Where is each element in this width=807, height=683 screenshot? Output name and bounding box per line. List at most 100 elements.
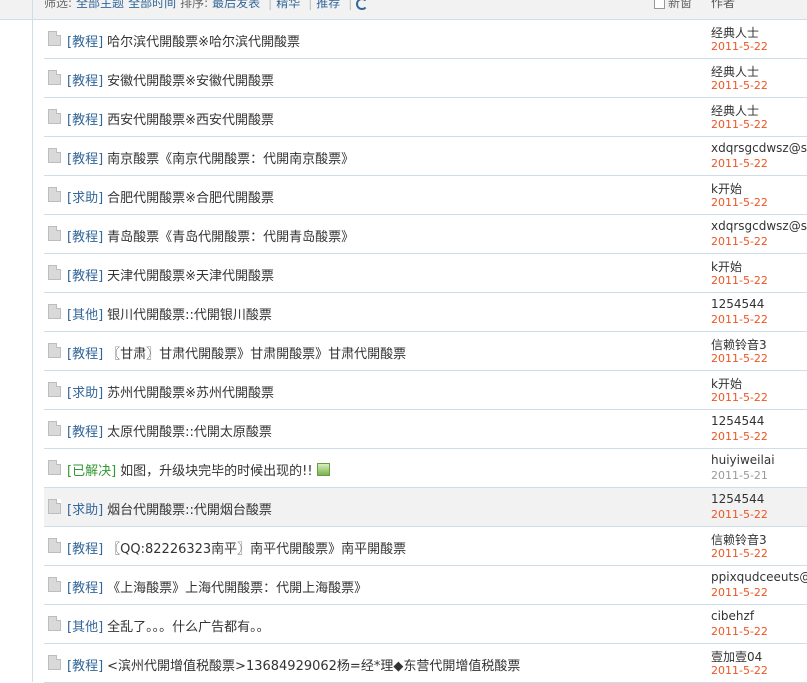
thread-category-link[interactable]: [教程] xyxy=(67,152,103,167)
digest-link[interactable]: 精华 xyxy=(276,0,300,10)
thread-author-link[interactable]: 1254544 xyxy=(711,492,764,506)
thread-subject-link[interactable]: 如图，升级块完毕的时候出现的!! xyxy=(120,464,312,479)
thread-category-link[interactable]: [教程] xyxy=(67,581,103,596)
thread-author-link[interactable]: k开始 xyxy=(711,180,742,197)
thread-author-link[interactable]: 经典人士 xyxy=(711,24,759,41)
thread-author-link[interactable]: xdqrsgcdwsz@sin xyxy=(711,219,807,233)
thread-row[interactable]: [教程] 西安代開酸票※西安代開酸票 经典人士 2011-5-22 xyxy=(44,98,807,137)
thread-title: [其他] 银川代開酸票::代開银川酸票 xyxy=(67,304,272,323)
topic-icon xyxy=(48,31,61,46)
thread-author-link[interactable]: k开始 xyxy=(711,258,742,275)
thread-category-link[interactable]: [求助] xyxy=(67,191,103,206)
thread-row[interactable]: [求助] 苏州代開酸票※苏州代開酸票 k开始 2011-5-22 xyxy=(44,371,807,410)
thread-subject-link[interactable]: 苏州代開酸票※苏州代開酸票 xyxy=(107,386,274,401)
thread-category-link[interactable]: [已解决] xyxy=(67,464,116,479)
thread-subject-link[interactable]: 天津代開酸票※天津代開酸票 xyxy=(107,269,274,284)
sort-dropdown[interactable]: 最后发表 xyxy=(212,0,260,10)
thread-subject-link[interactable]: 太原代開酸票::代開太原酸票 xyxy=(107,425,272,440)
thread-author-link[interactable]: 经典人士 xyxy=(711,102,759,119)
thread-category-link[interactable]: [教程] xyxy=(67,113,103,128)
thread-category-link[interactable]: [教程] xyxy=(67,425,103,440)
thread-date: 2011-5-22 xyxy=(711,430,768,443)
thread-category-link[interactable]: [求助] xyxy=(67,503,103,518)
refresh-icon[interactable] xyxy=(356,0,369,10)
thread-category-link[interactable]: [教程] xyxy=(67,659,103,674)
thread-row[interactable]: [教程] 〖QQ:82226323南平〗南平代開酸票》南平開酸票 信赖铃音3 2011… xyxy=(44,527,807,566)
thread-date: 2011-5-22 xyxy=(711,274,768,287)
thread-title: [教程] 哈尔滨代開酸票※哈尔滨代開酸票 xyxy=(67,31,300,50)
thread-author-link[interactable]: cibehzf xyxy=(711,609,754,623)
topic-icon xyxy=(48,343,61,358)
thread-date: 2011-5-22 xyxy=(711,664,768,677)
thread-row[interactable]: [教程] 哈尔滨代開酸票※哈尔滨代開酸票 经典人士 2011-5-22 xyxy=(44,20,807,59)
thread-row[interactable]: [教程] 南京酸票《南京代開酸票：代開南京酸票》 xdqrsgcdwsz@sin 20… xyxy=(44,137,807,176)
author-column-header: 作者 xyxy=(711,0,736,10)
thread-date: 2011-5-22 xyxy=(711,625,768,638)
thread-row[interactable]: [其他] 全乱了。。。什么广告都有。。 cibehzf 2011-5-22 xyxy=(44,605,807,644)
thread-title: [求助] 烟台代開酸票::代開烟台酸票 xyxy=(67,499,272,518)
thread-subject-link[interactable]: 西安代開酸票※西安代開酸票 xyxy=(107,113,274,128)
divider xyxy=(32,0,33,682)
thread-category-link[interactable]: [其他] xyxy=(67,308,103,323)
thread-row[interactable]: [教程] 天津代開酸票※天津代開酸票 k开始 2011-5-22 xyxy=(44,254,807,293)
thread-row[interactable]: [求助] 烟台代開酸票::代開烟台酸票 1254544 2011-5-22 xyxy=(44,488,807,527)
thread-row[interactable]: [教程] 青岛酸票《青岛代開酸票：代開青岛酸票》 xdqrsgcdwsz@sin 20… xyxy=(44,215,807,254)
thread-row[interactable]: [教程] 〖甘肃〗甘肃代開酸票》甘肃開酸票》甘肃代開酸票 信赖铃音3 2011-5-2… xyxy=(44,332,807,371)
thread-row[interactable]: [已解决] 如图，升级块完毕的时候出现的!! huiyiweilai 2011-5-2… xyxy=(44,449,807,488)
filter-topics-dropdown[interactable]: 全部主题 xyxy=(76,0,124,10)
thread-subject-link[interactable]: 南京酸票《南京代開酸票：代開南京酸票》 xyxy=(107,152,354,167)
thread-category-link[interactable]: [教程] xyxy=(67,230,103,245)
thread-category-link[interactable]: [教程] xyxy=(67,542,103,557)
thread-subject-link[interactable]: 〖甘肃〗甘肃代開酸票》甘肃開酸票》甘肃代開酸票 xyxy=(107,347,406,362)
thread-category-link[interactable]: [教程] xyxy=(67,347,103,362)
thread-row[interactable]: [求助] 合肥代開酸票※合肥代開酸票 k开始 2011-5-22 xyxy=(44,176,807,215)
thread-category-link[interactable]: [教程] xyxy=(67,74,103,89)
thread-author-link[interactable]: 1254544 xyxy=(711,297,764,311)
thread-subject-link[interactable]: 〖QQ:82226323南平〗南平代開酸票》南平開酸票 xyxy=(107,542,406,557)
divider: | xyxy=(268,0,273,10)
thread-row[interactable]: [教程] 安徽代開酸票※安徽代開酸票 经典人士 2011-5-22 xyxy=(44,59,807,98)
thread-subject-link[interactable]: 安徽代開酸票※安徽代開酸票 xyxy=(107,74,274,89)
thread-title: [教程] 南京酸票《南京代開酸票：代開南京酸票》 xyxy=(67,148,354,167)
thread-row[interactable]: [教程] 《上海酸票》上海代開酸票：代開上海酸票》 ppixqudceeuts@s 2… xyxy=(44,566,807,605)
recommend-link[interactable]: 推荐 xyxy=(316,0,340,10)
thread-subject-link[interactable]: 《上海酸票》上海代開酸票：代開上海酸票》 xyxy=(107,581,367,596)
thread-subject-link[interactable]: 全乱了。。。什么广告都有。。 xyxy=(107,620,270,635)
topic-icon xyxy=(48,70,61,85)
thread-author-link[interactable]: 壹加壹04 xyxy=(711,648,762,665)
thread-author-link[interactable]: 信赖铃音3 xyxy=(711,336,767,353)
new-window-checkbox[interactable]: 新窗 xyxy=(654,0,692,11)
thread-category-link[interactable]: [其他] xyxy=(67,620,103,635)
thread-date: 2011-5-22 xyxy=(711,235,768,248)
thread-date: 2011-5-22 xyxy=(711,196,768,209)
topic-icon xyxy=(48,304,61,319)
thread-subject-link[interactable]: 青岛酸票《青岛代開酸票：代開青岛酸票》 xyxy=(107,230,354,245)
thread-category-link[interactable]: [教程] xyxy=(67,269,103,284)
thread-row[interactable]: [其他] 银川代開酸票::代開银川酸票 1254544 2011-5-22 xyxy=(44,293,807,332)
thread-category-link[interactable]: [教程] xyxy=(67,35,103,50)
thread-author-link[interactable]: huiyiweilai xyxy=(711,453,775,467)
thread-author-link[interactable]: xdqrsgcdwsz@sin xyxy=(711,141,807,155)
filter-time-dropdown[interactable]: 全部时间 xyxy=(128,0,176,10)
thread-author-link[interactable]: 1254544 xyxy=(711,414,764,428)
thread-subject-link[interactable]: 哈尔滨代開酸票※哈尔滨代開酸票 xyxy=(107,35,300,50)
thread-author-link[interactable]: k开始 xyxy=(711,375,742,392)
topic-icon xyxy=(48,421,61,436)
thread-author-link[interactable]: ppixqudceeuts@s xyxy=(711,570,807,584)
thread-title: [求助] 合肥代開酸票※合肥代開酸票 xyxy=(67,187,274,206)
checkbox-icon[interactable] xyxy=(654,0,665,9)
thread-title: [教程] 西安代開酸票※西安代開酸票 xyxy=(67,109,274,128)
thread-subject-link[interactable]: 银川代開酸票::代開银川酸票 xyxy=(107,308,272,323)
topic-icon xyxy=(48,187,61,202)
thread-subject-link[interactable]: <滨州代開增值税酸票>13684929062杨=经*理◆东营代開增值税酸票 xyxy=(107,659,520,674)
thread-title: [教程] 〖甘肃〗甘肃代開酸票》甘肃開酸票》甘肃代開酸票 xyxy=(67,343,406,362)
thread-row[interactable]: [教程] 太原代開酸票::代開太原酸票 12545442011-5-22 xyxy=(44,410,807,449)
thread-subject-link[interactable]: 烟台代開酸票::代開烟台酸票 xyxy=(107,503,272,518)
thread-category-link[interactable]: [求助] xyxy=(67,386,103,401)
thread-row[interactable]: [教程] <滨州代開增值税酸票>13684929062杨=经*理◆东营代開增值税酸… xyxy=(44,644,807,683)
topic-icon xyxy=(48,265,61,280)
thread-author-link[interactable]: 经典人士 xyxy=(711,63,759,80)
thread-subject-link[interactable]: 合肥代開酸票※合肥代開酸票 xyxy=(107,191,274,206)
topic-icon xyxy=(48,616,61,631)
thread-author-link[interactable]: 信赖铃音3 xyxy=(711,531,767,548)
